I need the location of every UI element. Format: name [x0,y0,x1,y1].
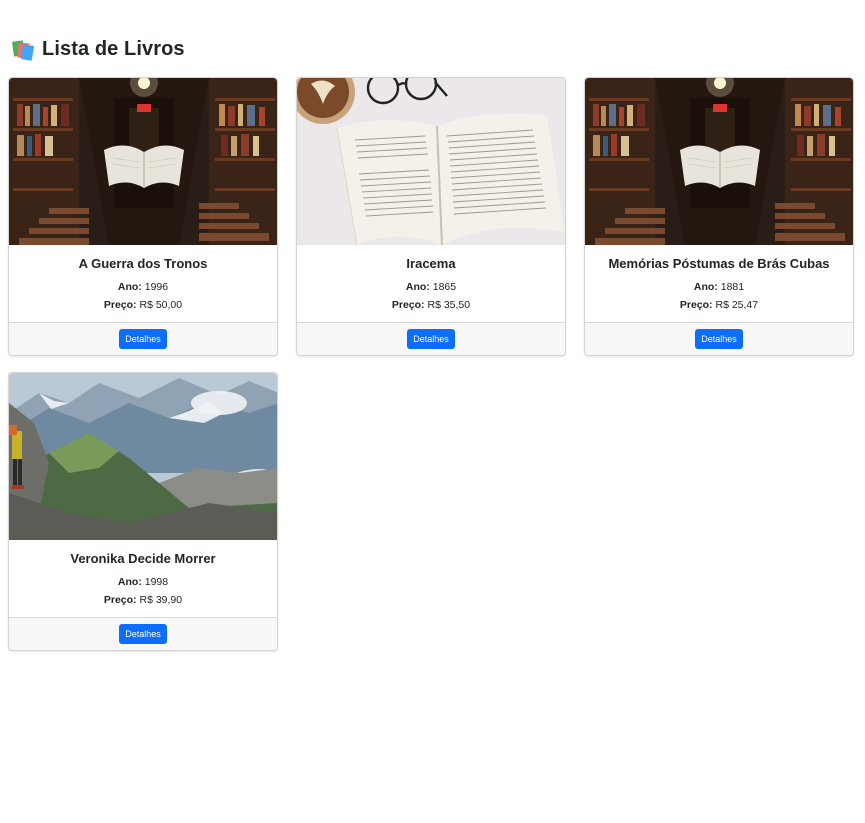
card-body: Iracema Ano: 1865 Preço: R$ 35,50 [297,245,565,322]
year-value: 1881 [720,281,745,293]
year-label: Ano: [117,576,142,588]
price-label: Preço: [103,299,137,311]
book-title: A Guerra dos Tronos [78,256,208,271]
book-price: Preço: R$ 50,00 [9,296,277,314]
details-button[interactable]: Detalhes [407,329,455,349]
price-value: R$ 50,00 [139,299,183,311]
year-label: Ano: [117,281,142,293]
book-title: Veronika Decide Morrer [70,551,216,566]
page-title: Lista de Livros [42,37,185,60]
price-value: R$ 35,50 [427,299,471,311]
price-label: Preço: [679,299,713,311]
book-year: Ano: 1865 [297,278,565,296]
page-heading: Lista de Livros [12,34,185,64]
book-title: Iracema [406,256,456,271]
book-year: Ano: 1881 [585,278,853,296]
card-footer: Detalhes [9,617,277,650]
books-icon [12,38,35,61]
details-button[interactable]: Detalhes [695,329,743,349]
book-year: Ano: 1998 [9,573,277,591]
price-label: Preço: [391,299,425,311]
year-value: 1996 [144,281,169,293]
card-body: Memórias Póstumas de Brás Cubas Ano: 188… [585,245,853,322]
library-floating-book-image [585,78,853,245]
card-footer: Detalhes [585,322,853,355]
book-price: Preço: R$ 39,90 [9,591,277,609]
book-list-page: Lista de Livros A Guerra dos Tronos Ano:… [0,0,865,823]
card-body: A Guerra dos Tronos Ano: 1996 Preço: R$ … [9,245,277,322]
book-card: A Guerra dos Tronos Ano: 1996 Preço: R$ … [8,77,278,356]
card-body: Veronika Decide Morrer Ano: 1998 Preço: … [9,540,277,617]
book-price: Preço: R$ 25,47 [585,296,853,314]
book-card: Iracema Ano: 1865 Preço: R$ 35,50 Detalh… [296,77,566,356]
book-card: Memórias Póstumas de Brás Cubas Ano: 188… [584,77,854,356]
book-title: Memórias Póstumas de Brás Cubas [608,256,830,271]
year-value: 1998 [144,576,169,588]
mountain-hiker-image [9,373,277,540]
library-floating-book-image [9,78,277,245]
book-year: Ano: 1996 [9,278,277,296]
book-card: Veronika Decide Morrer Ano: 1998 Preço: … [8,372,278,651]
price-label: Preço: [103,594,137,606]
card-footer: Detalhes [9,322,277,355]
year-label: Ano: [405,281,430,293]
details-button[interactable]: Detalhes [119,329,167,349]
year-value: 1865 [432,281,457,293]
card-footer: Detalhes [297,322,565,355]
price-value: R$ 25,47 [715,299,759,311]
details-button[interactable]: Detalhes [119,624,167,644]
open-book-coffee-image [297,78,565,245]
book-price: Preço: R$ 35,50 [297,296,565,314]
price-value: R$ 39,90 [139,594,183,606]
year-label: Ano: [693,281,718,293]
